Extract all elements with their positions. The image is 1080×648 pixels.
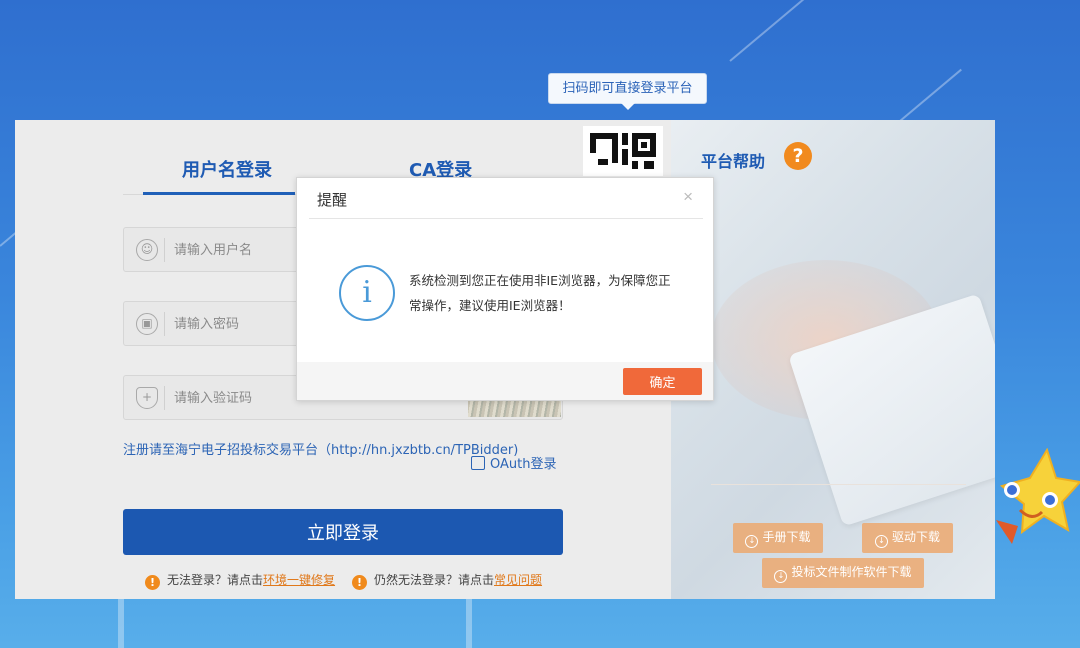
background-line [729, 0, 823, 62]
dialog-message: 系统检测到您正在使用非IE浏览器，为保障您正常操作，建议使用IE浏览器！ [409, 273, 671, 313]
hint-text: 无法登录？请点击 [167, 573, 264, 587]
dialog-title: 提醒 [317, 191, 348, 209]
tab-username-login[interactable]: 用户名登录 [182, 156, 272, 182]
divider [711, 484, 966, 485]
star-mascot-icon [996, 448, 1080, 544]
bid-software-download-button[interactable]: ↓ 投标文件制作软件下载 [762, 558, 924, 588]
qr-tooltip: 扫码即可直接登录平台 [548, 73, 707, 110]
shield-icon: + [136, 387, 158, 409]
question-icon[interactable]: ? [784, 142, 812, 170]
oauth-label: OAuth登录 [490, 457, 557, 472]
download-icon: ↓ [874, 535, 888, 548]
user-icon: ☺ [136, 239, 158, 261]
qr-code[interactable] [583, 126, 663, 176]
environment-repair-link[interactable]: 环境一键修复 [263, 573, 335, 587]
field-separator [164, 386, 165, 410]
oauth-login-link[interactable]: OAuth登录 [471, 453, 556, 472]
field-separator [164, 238, 165, 262]
warning-icon: ! [145, 575, 160, 590]
login-button[interactable]: 立即登录 [123, 509, 563, 555]
warning-icon: ! [352, 575, 367, 590]
tab-active-indicator [143, 192, 295, 195]
faq-link[interactable]: 常见问题 [494, 573, 542, 587]
register-link[interactable]: 注册请至海宁电子招投标交易平台（http://hn.jxzbtb.cn/TPBi… [123, 439, 518, 458]
background-mast [466, 598, 472, 648]
download-icon: ↓ [745, 535, 759, 548]
reminder-dialog: 提醒 × i 系统检测到您正在使用非IE浏览器，为保障您正常操作，建议使用IE浏… [296, 177, 714, 401]
platform-help-link[interactable]: 平台帮助 [701, 148, 765, 172]
confirm-button[interactable]: 确定 [623, 368, 702, 395]
oauth-icon [471, 456, 485, 470]
hint-text: 仍然无法登录？请点击 [374, 573, 495, 587]
manual-download-button[interactable]: ↓ 手册下载 [733, 523, 823, 553]
hint-environment-repair: ! 无法登录？请点击环境一键修复 [145, 571, 335, 590]
dialog-footer: 确定 [297, 362, 713, 400]
dialog-divider [309, 218, 703, 219]
info-icon: i [339, 265, 395, 321]
field-separator [164, 312, 165, 336]
background-line [899, 68, 962, 122]
close-icon[interactable]: × [683, 187, 693, 207]
background-mast [118, 598, 124, 648]
qr-code-icon [590, 133, 656, 169]
hint-faq: ! 仍然无法登录？请点击常见问题 [352, 571, 542, 590]
download-icon: ↓ [774, 570, 788, 583]
driver-download-button[interactable]: ↓ 驱动下载 [862, 523, 953, 553]
lock-icon: ▣ [136, 313, 158, 335]
